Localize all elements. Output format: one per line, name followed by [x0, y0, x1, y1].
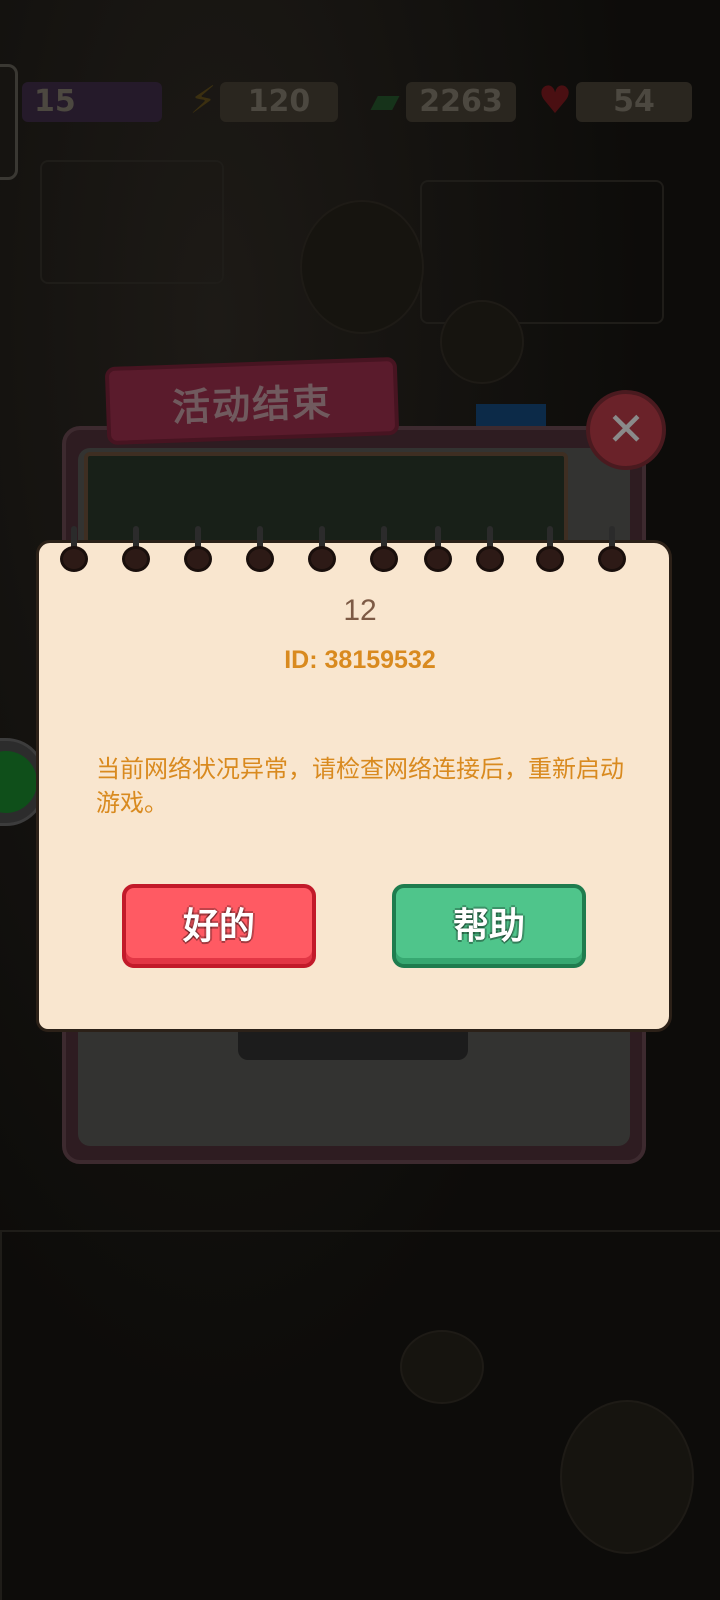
panel-tab-decoration: [476, 404, 546, 426]
game-screen: 15 ⚡ 120 ▰ 2263 ♥ 54 活动结束 ✕ 12 ID: 38159…: [0, 0, 720, 1600]
help-button[interactable]: 帮助: [392, 884, 586, 968]
event-banner: 活动结束: [104, 356, 400, 446]
cash-icon: ▰: [370, 78, 400, 122]
background-decoration: [420, 180, 664, 324]
background-character: [300, 200, 424, 334]
notepad-ring: [60, 526, 88, 572]
event-banner-title: 活动结束: [171, 380, 333, 430]
notepad-ring: [370, 526, 398, 572]
heart-gem-icon: ♥: [537, 78, 573, 122]
notepad-ring: [308, 526, 336, 572]
notepad-ring: [184, 526, 212, 572]
background-decoration: [400, 1330, 484, 1404]
energy-counter: 120: [220, 82, 338, 122]
notepad-ring: [536, 526, 564, 572]
error-code: 12: [343, 594, 377, 627]
close-icon[interactable]: ✕: [586, 390, 666, 470]
notepad-ring: [122, 526, 150, 572]
avatar-frame[interactable]: [0, 64, 18, 180]
notepad-ring: [476, 526, 504, 572]
background-star-badge: [440, 300, 524, 384]
gems-counter: 54: [576, 82, 692, 122]
notepad-ring: [424, 526, 452, 572]
event-confirm-button: [238, 1030, 468, 1060]
background-tree: [560, 1400, 694, 1554]
error-message: 当前网络状况异常，请检查网络连接后，重新启动游戏。: [96, 755, 624, 817]
level-counter: 15: [22, 82, 162, 122]
notepad-ring: [246, 526, 274, 572]
user-id: ID: 38159532: [284, 646, 436, 674]
background-decoration: [40, 160, 224, 284]
wechat-icon: [0, 751, 37, 813]
notepad-ring: [598, 526, 626, 572]
cash-counter: 2263: [406, 82, 516, 122]
ok-button[interactable]: 好的: [122, 884, 316, 968]
